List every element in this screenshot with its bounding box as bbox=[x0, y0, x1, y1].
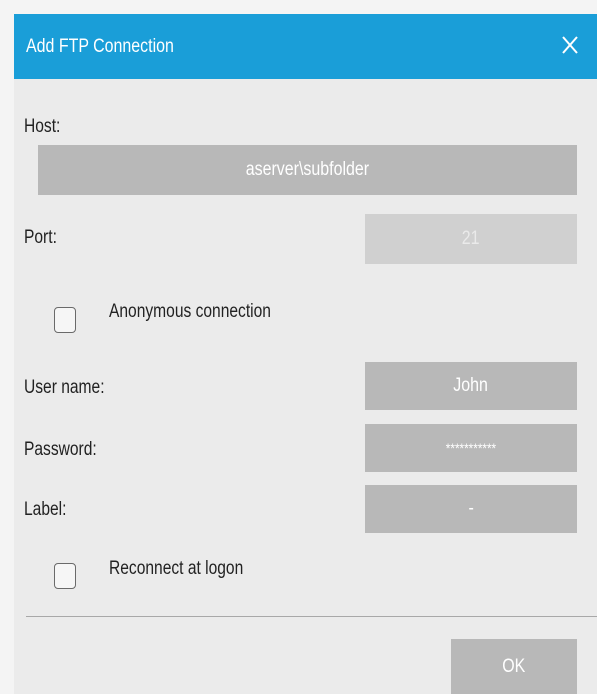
ok-label: OK bbox=[502, 655, 526, 677]
port-input[interactable]: 21 bbox=[365, 214, 577, 264]
username-input[interactable]: John bbox=[365, 362, 577, 410]
port-label: Port: bbox=[24, 227, 57, 248]
host-value: aserver\subfolder bbox=[245, 159, 370, 180]
ok-button[interactable]: OK bbox=[451, 639, 577, 694]
host-label: Host: bbox=[24, 116, 61, 137]
dialog-title: Add FTP Connection bbox=[26, 36, 174, 57]
username-value: John bbox=[453, 375, 489, 396]
reconnect-at-logon-label: Reconnect at logon bbox=[109, 558, 244, 579]
username-label: User name: bbox=[24, 377, 105, 398]
password-label: Password: bbox=[24, 439, 97, 460]
label-input[interactable]: - bbox=[365, 485, 577, 533]
footer-divider bbox=[26, 616, 597, 617]
close-icon[interactable] bbox=[559, 34, 581, 56]
anonymous-connection-label: Anonymous connection bbox=[109, 301, 271, 322]
add-ftp-connection-dialog: Add FTP Connection Host: aserver\subfold… bbox=[14, 14, 597, 694]
label-label: Label: bbox=[24, 499, 67, 520]
label-value: - bbox=[468, 498, 474, 519]
port-value: 21 bbox=[462, 228, 480, 249]
host-input[interactable]: aserver\subfolder bbox=[38, 145, 577, 195]
password-value: *********** bbox=[445, 440, 497, 456]
title-bar: Add FTP Connection bbox=[14, 14, 597, 79]
anonymous-connection-checkbox[interactable] bbox=[54, 307, 76, 333]
password-input[interactable]: *********** bbox=[365, 424, 577, 472]
reconnect-at-logon-checkbox[interactable] bbox=[54, 563, 76, 589]
